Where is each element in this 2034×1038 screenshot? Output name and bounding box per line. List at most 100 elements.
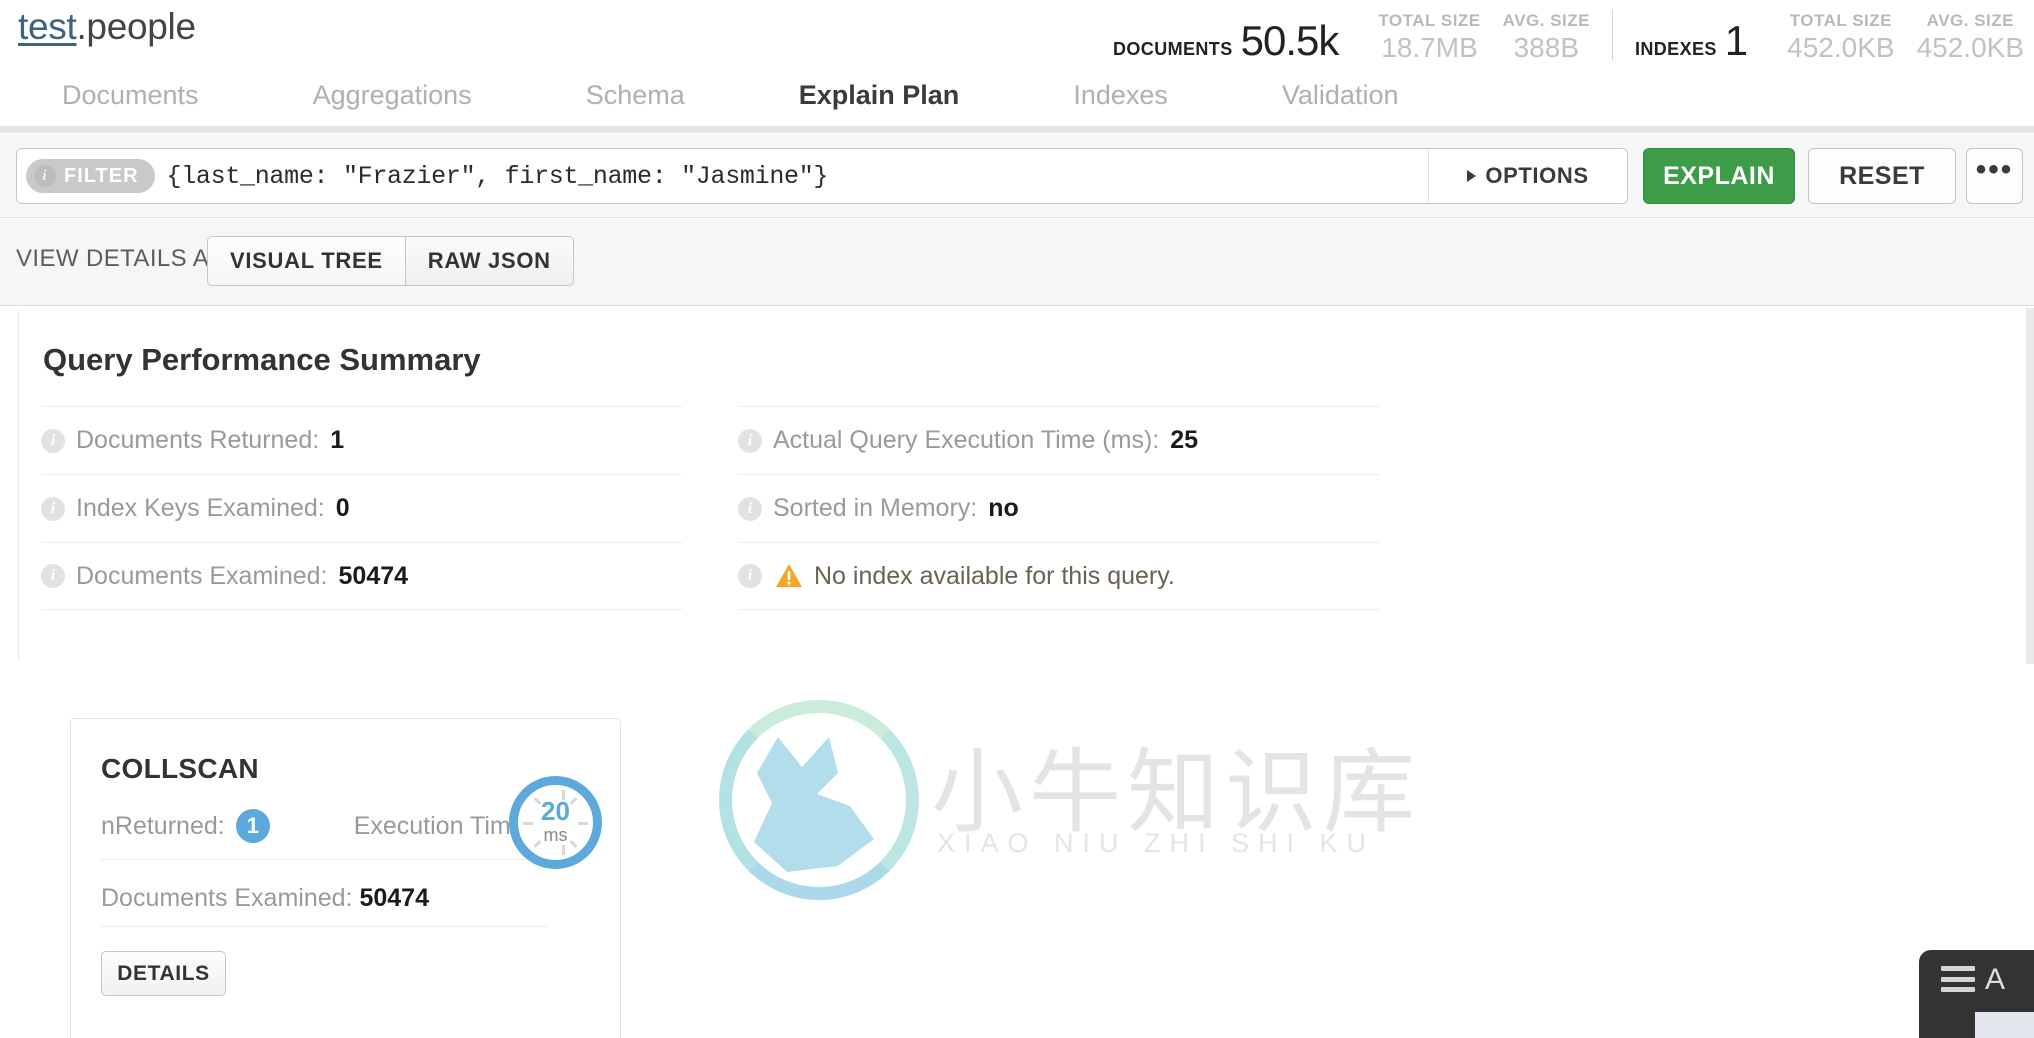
stats-divider — [1611, 10, 1613, 60]
summary-row-documents-examined: i Documents Examined: 50474 — [41, 542, 682, 610]
documents-label: DOCUMENTS — [1113, 39, 1233, 59]
options-toggle[interactable]: OPTIONS — [1429, 149, 1627, 203]
summary-label: Index Keys Examined: — [76, 494, 325, 522]
floating-widget-letter: A — [1985, 963, 2006, 996]
indexes-label: INDEXES — [1634, 39, 1717, 59]
tab-indexes[interactable]: Indexes — [1073, 72, 1168, 127]
collection-stats: DOCUMENTS 50.5k TOTAL SIZE 18.7MB AVG. S… — [1113, 0, 2024, 66]
hamburger-menu-icon[interactable] — [1941, 966, 1975, 992]
summary-row-documents-returned: i Documents Returned: 1 — [41, 406, 682, 474]
view-details-row: VIEW DETAILS AS VISUAL TREE RAW JSON — [0, 219, 2034, 306]
documents-count-block: DOCUMENTS 50.5k — [1113, 17, 1340, 64]
watermark-pinyin-text: XIAO NIU ZHI SHI KU — [937, 828, 1376, 858]
stage-divider-bottom — [101, 926, 547, 927]
info-icon[interactable]: i — [738, 564, 762, 588]
chevron-right-icon — [1467, 170, 1477, 182]
summary-row-index-keys-examined: i Index Keys Examined: 0 — [41, 474, 682, 542]
summary-row-index-warning: i No index available for this query. — [738, 542, 1379, 610]
execution-time-value: 20 — [541, 795, 570, 826]
documents-total-size-block: TOTAL SIZE 18.7MB — [1378, 11, 1480, 62]
indexes-count-block: INDEXES 1 — [1634, 17, 1748, 64]
collection-name: people — [86, 6, 196, 47]
summary-column-right: i Actual Query Execution Time (ms): 25 i… — [738, 406, 1379, 610]
summary-label: Sorted in Memory: — [773, 494, 978, 522]
documents-avg-size-block: AVG. SIZE 388B — [1503, 11, 1590, 62]
info-icon[interactable]: i — [41, 564, 65, 588]
watermark-chinese-text: 小牛知识库 — [931, 739, 1422, 846]
vertical-scrollbar[interactable] — [2026, 308, 2034, 664]
documents-total-size-label: TOTAL SIZE — [1378, 10, 1481, 30]
info-icon[interactable]: i — [41, 428, 65, 453]
summary-value: 25 — [1170, 426, 1199, 454]
execution-time-unit: ms — [543, 824, 568, 845]
summary-label: Documents Examined: — [76, 561, 328, 590]
namespace-title: test.people — [18, 6, 196, 48]
info-icon: i — [34, 165, 56, 187]
summary-row-execution-time: i Actual Query Execution Time (ms): 25 — [738, 406, 1379, 474]
execution-time-clock-gauge: 20 ms — [509, 776, 602, 869]
collection-tabbar: Documents Aggregations Schema Explain Pl… — [0, 72, 2034, 131]
warning-triangle-icon — [776, 564, 802, 587]
summary-row-sorted-in-memory: i Sorted in Memory: no — [738, 474, 1379, 542]
view-option-visual-tree[interactable]: VISUAL TREE — [207, 236, 406, 286]
indexes-count: 1 — [1724, 17, 1748, 64]
filter-shell: i FILTER OPTIONS — [16, 148, 1628, 204]
tab-explain-plan[interactable]: Explain Plan — [771, 72, 987, 131]
summary-value: no — [988, 494, 1019, 522]
watermark: 小牛知识库 XIAO NIU ZHI SHI KU — [709, 700, 1415, 900]
floating-toolbar-widget[interactable]: A — [1919, 950, 2034, 1038]
horizontal-scrollbar[interactable] — [0, 126, 2034, 133]
namespace-separator: . — [76, 6, 87, 47]
filter-badge-label: FILTER — [64, 164, 139, 187]
stage-documents-examined-value: 50474 — [359, 884, 429, 912]
view-details-label: VIEW DETAILS AS — [16, 245, 226, 272]
indexes-avg-size-block: AVG. SIZE 452.0KB — [1917, 11, 2024, 62]
documents-stat-group: DOCUMENTS 50.5k TOTAL SIZE 18.7MB AVG. S… — [1113, 11, 1590, 66]
info-icon[interactable]: i — [738, 428, 762, 453]
explain-stage-card-collscan[interactable]: COLLSCAN nReturned: 1 Execution Time: 20… — [70, 718, 621, 1038]
warning-message: No index available for this query. — [814, 561, 1175, 590]
filter-input[interactable] — [154, 161, 1428, 191]
indexes-total-size-block: TOTAL SIZE 452.0KB — [1787, 11, 1894, 62]
tab-documents[interactable]: Documents — [62, 72, 199, 127]
watermark-ox-icon — [754, 737, 874, 872]
reset-button[interactable]: RESET — [1808, 148, 1956, 204]
view-details-segmented-control: VISUAL TREE RAW JSON — [207, 236, 574, 286]
summary-label: Documents Returned: — [76, 426, 320, 454]
nreturned-label: nReturned: — [101, 811, 225, 840]
summary-column-left: i Documents Returned: 1 i Index Keys Exa… — [41, 406, 682, 610]
indexes-avg-size-value: 452.0KB — [1916, 31, 2024, 63]
filter-badge[interactable]: i FILTER — [26, 159, 155, 193]
stage-documents-examined-label: Documents Examined: — [101, 884, 353, 912]
documents-total-size-value: 18.7MB — [1381, 31, 1478, 63]
view-option-raw-json[interactable]: RAW JSON — [405, 236, 574, 286]
details-button[interactable]: DETAILS — [101, 951, 226, 996]
documents-avg-size-label: AVG. SIZE — [1502, 10, 1590, 30]
query-bar: i FILTER OPTIONS EXPLAIN RESET ••• — [0, 134, 2034, 218]
tab-schema[interactable]: Schema — [586, 72, 685, 127]
nreturned-value-pill: 1 — [235, 809, 270, 843]
tab-aggregations[interactable]: Aggregations — [313, 72, 472, 127]
execution-time-label: Execution Time: — [353, 811, 532, 840]
more-options-button[interactable]: ••• — [1966, 148, 2023, 204]
app-root: test.people DOCUMENTS 50.5k TOTAL SIZE 1… — [0, 0, 2034, 1038]
stage-name: COLLSCAN — [101, 753, 259, 784]
info-icon[interactable]: i — [738, 496, 762, 521]
database-link[interactable]: test — [18, 6, 77, 47]
tab-list: Documents Aggregations Schema Explain Pl… — [0, 72, 2034, 131]
nreturned-metric: nReturned: 1 — [101, 809, 270, 843]
documents-count: 50.5k — [1240, 17, 1340, 64]
info-icon[interactable]: i — [41, 496, 65, 521]
indexes-avg-size-label: AVG. SIZE — [1926, 10, 2014, 30]
tab-validation[interactable]: Validation — [1282, 72, 1399, 127]
watermark-ring-icon — [719, 700, 919, 900]
indexes-stat-group: INDEXES 1 TOTAL SIZE 452.0KB AVG. SIZE 4… — [1635, 11, 2024, 66]
indexes-total-size-label: TOTAL SIZE — [1789, 10, 1893, 30]
stage-divider-top — [101, 859, 547, 860]
collection-header: test.people DOCUMENTS 50.5k TOTAL SIZE 1… — [0, 0, 2034, 72]
indexes-total-size-value: 452.0KB — [1787, 31, 1895, 63]
summary-value: 50474 — [338, 561, 409, 590]
documents-avg-size-value: 388B — [1513, 31, 1580, 63]
summary-label: Actual Query Execution Time (ms): — [773, 426, 1160, 454]
explain-button[interactable]: EXPLAIN — [1643, 148, 1795, 204]
